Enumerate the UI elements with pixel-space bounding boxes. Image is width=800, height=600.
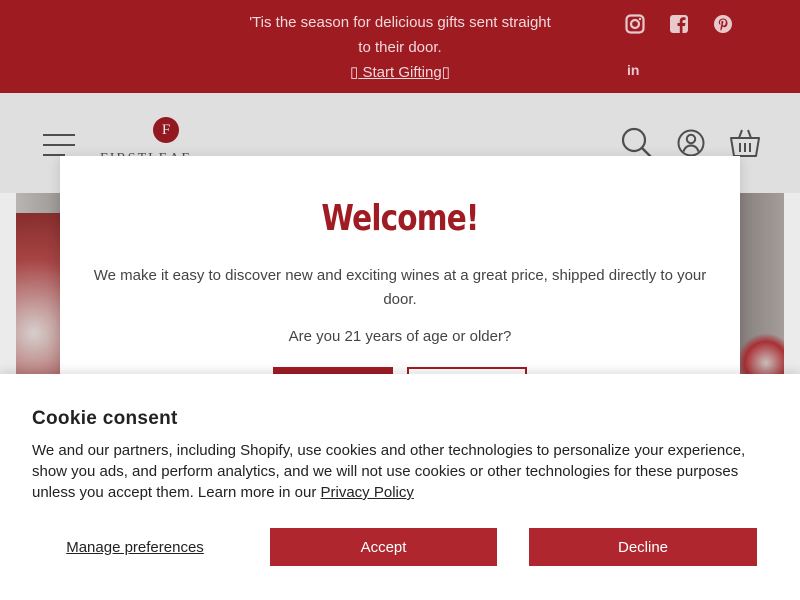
cookie-description: We and our partners, including Shopify, … — [32, 440, 772, 503]
age-gate-description: We make it easy to discover new and exci… — [93, 267, 707, 308]
announcement-line-2: to their door. — [358, 39, 442, 56]
age-gate-title: Welcome! — [321, 198, 479, 239]
cookie-title: Cookie consent — [32, 408, 178, 429]
age-gate-question: Are you 21 years of age or older? — [288, 328, 512, 345]
pinterest-icon[interactable] — [713, 14, 733, 34]
facebook-icon[interactable] — [669, 14, 689, 34]
start-gifting-link[interactable]: ▯ Start Gifting▯ — [350, 60, 450, 85]
manage-preferences-button[interactable]: Manage preferences — [30, 528, 240, 566]
announcement-line-1: 'Tis the season for delicious gifts sent… — [249, 14, 551, 31]
start-gifting-label: Start Gifting — [358, 64, 442, 81]
instagram-icon[interactable] — [625, 14, 645, 34]
link-suffix-glyph: ▯ — [441, 64, 450, 81]
cookie-consent-banner: Cookie consent We and our partners, incl… — [0, 374, 800, 600]
accept-button[interactable]: Accept — [270, 528, 497, 566]
decline-button[interactable]: Decline — [529, 528, 757, 566]
announcement-bar: 'Tis the season for delicious gifts sent… — [0, 0, 800, 93]
linkedin-icon[interactable]: in — [625, 60, 645, 80]
announcement-text: 'Tis the season for delicious gifts sent… — [230, 10, 570, 85]
privacy-policy-link[interactable]: Privacy Policy — [321, 484, 414, 501]
